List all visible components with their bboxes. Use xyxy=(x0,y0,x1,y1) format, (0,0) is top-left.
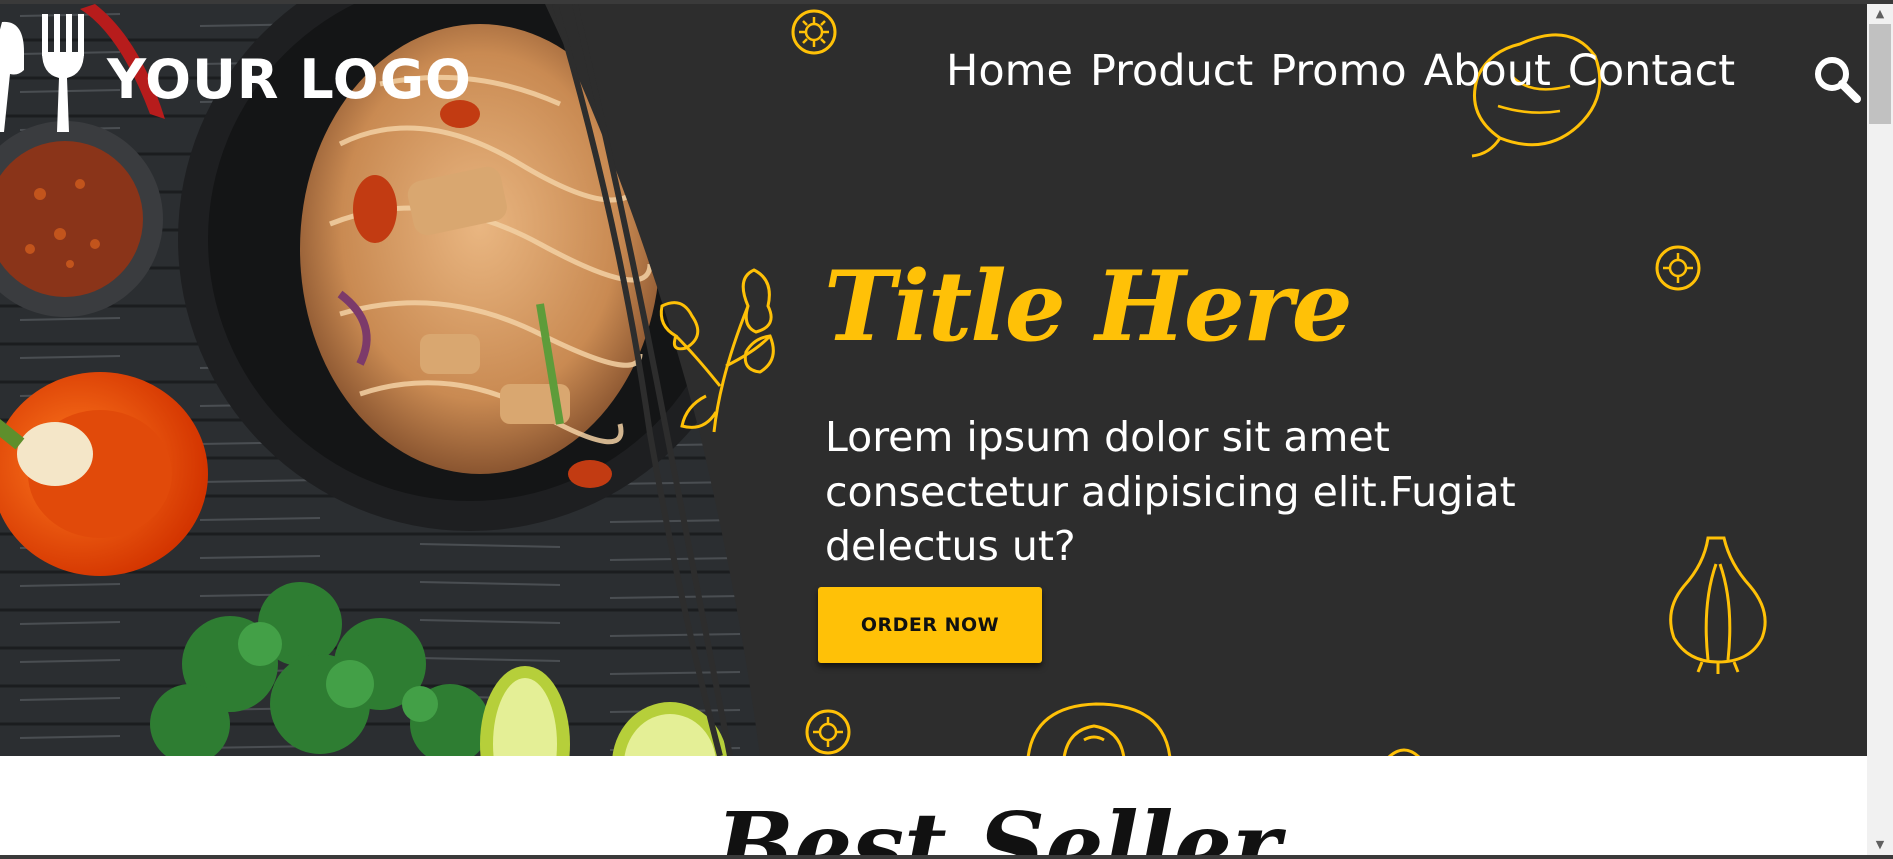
scroll-down-arrow-icon[interactable]: ▼ xyxy=(1867,835,1893,855)
nav-about-link[interactable]: About xyxy=(1424,50,1551,93)
scroll-up-arrow-icon[interactable]: ▲ xyxy=(1867,4,1893,24)
tomato-slice-doodle xyxy=(1387,748,1421,756)
mushroom-doodle xyxy=(1026,702,1172,756)
search-button[interactable] xyxy=(1812,54,1862,104)
nav-contact-link[interactable]: Contact xyxy=(1568,50,1735,93)
best-seller-section: Best Seller xyxy=(0,756,1867,859)
order-now-button[interactable]: ORDER NOW xyxy=(818,587,1042,663)
parsley-doodle xyxy=(659,268,775,433)
nav-home-link[interactable]: Home xyxy=(946,50,1073,93)
hero-title: Title Here xyxy=(824,250,1353,363)
window-bottom-border xyxy=(0,855,1893,859)
tomato-slice-doodle xyxy=(805,709,851,755)
garlic-doodle xyxy=(1669,536,1767,674)
browser-viewport: YOUR LOGO Home Product Promo About Conta… xyxy=(0,0,1893,859)
tomato-slice-doodle xyxy=(1655,245,1701,291)
hero-section: YOUR LOGO Home Product Promo About Conta… xyxy=(0,4,1867,756)
tomato-slice-doodle xyxy=(791,9,837,55)
logo-text: YOUR LOGO xyxy=(107,47,472,111)
nav-promo-link[interactable]: Promo xyxy=(1270,50,1406,93)
main-nav: Home Product Promo About Contact xyxy=(946,50,1735,93)
page-scrollbar[interactable]: ▲ ▼ xyxy=(1867,4,1893,855)
fork-and-knife-icon xyxy=(0,14,84,132)
section-title: Best Seller xyxy=(716,792,1281,859)
site-logo[interactable]: YOUR LOGO xyxy=(0,12,472,134)
search-icon xyxy=(1815,57,1861,103)
nav-product-link[interactable]: Product xyxy=(1090,50,1253,93)
scroll-thumb[interactable] xyxy=(1869,24,1891,124)
hero-description: Lorem ipsum dolor sit amet consectetur a… xyxy=(825,413,1516,571)
